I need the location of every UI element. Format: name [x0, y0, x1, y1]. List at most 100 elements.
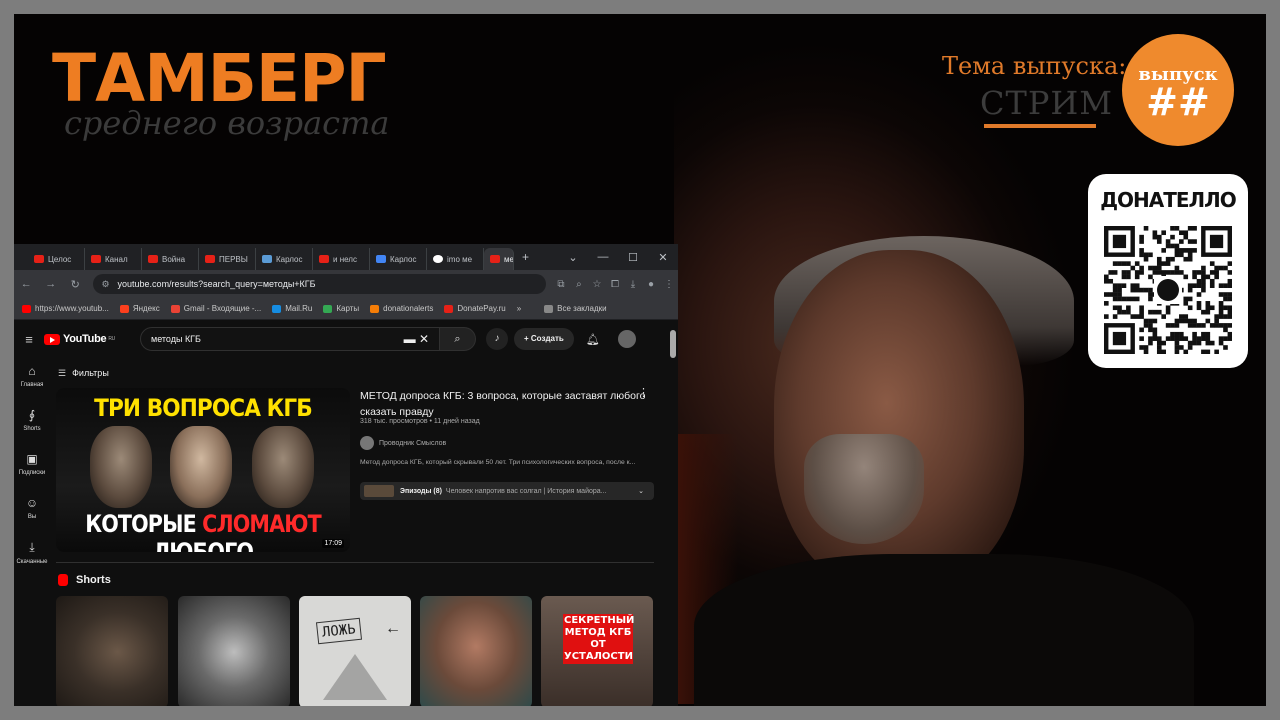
qr-module — [1179, 345, 1184, 350]
bookmark-star-icon[interactable]: ☆ — [588, 279, 606, 290]
qr-module — [1187, 239, 1193, 244]
qr-module — [1143, 318, 1149, 324]
download-icon[interactable]: ⤓ — [624, 279, 642, 290]
install-icon[interactable]: ⧉ — [552, 279, 570, 290]
qr-module — [1152, 234, 1158, 240]
qr-module — [1143, 287, 1149, 293]
menu-hamburger-icon[interactable]: ≡ — [14, 332, 44, 347]
short-card[interactable] — [56, 596, 168, 706]
youtube-logo[interactable]: YouTube RU — [44, 333, 140, 345]
profile-icon[interactable]: ● — [642, 279, 660, 290]
bookmark-item[interactable]: donationalerts — [370, 304, 433, 313]
bookmark-item[interactable]: » — [517, 304, 521, 313]
qr-module — [1223, 265, 1228, 271]
notifications-icon[interactable]: 🔔︎ — [586, 333, 600, 346]
avatar[interactable] — [617, 330, 636, 348]
qr-module — [1121, 274, 1127, 280]
browser-tab[interactable]: ПЕРВЫ — [199, 248, 256, 270]
qr-module — [1148, 336, 1153, 341]
tab-label: Карлос — [390, 254, 417, 264]
qr-module — [1223, 327, 1228, 333]
microphone-icon[interactable]: ♪ — [486, 328, 508, 350]
forward-icon[interactable]: → — [38, 278, 62, 290]
qr-module — [1183, 336, 1189, 341]
qr-module — [1183, 296, 1189, 302]
qr-module — [1134, 283, 1140, 288]
bookmark-item[interactable]: https://www.youtub... — [22, 304, 109, 313]
sidebar-item[interactable]: ▣ Подписки — [14, 452, 50, 496]
qr-module — [1187, 305, 1193, 311]
tab-label: ПЕРВЫ — [219, 254, 248, 264]
sidebar-item-label: Главная — [20, 382, 44, 388]
qr-module — [1192, 270, 1197, 275]
browser-tab[interactable]: ме — [484, 248, 514, 270]
channel-link[interactable]: Проводник Смыслов — [360, 436, 446, 450]
clear-search-icon[interactable]: ▬ ✕ — [404, 332, 429, 346]
back-icon[interactable]: ← — [14, 278, 38, 290]
qr-module — [1112, 287, 1118, 293]
search-input[interactable]: методы КГБ ▬ ✕ — [140, 327, 440, 351]
short-card[interactable]: СЕКРЕТНЫЙ МЕТОД КГБ ОТ УСТАЛОСТИ — [541, 596, 653, 706]
url-field[interactable]: ⚙ youtube.com/results?search_query=метод… — [93, 274, 546, 294]
bookmark-item[interactable]: Карты — [323, 304, 359, 313]
sidebar-item[interactable]: ∮ Shorts — [14, 408, 50, 452]
qr-module — [1214, 265, 1219, 271]
qr-module — [1214, 349, 1219, 354]
scrollbar[interactable] — [670, 330, 676, 358]
qr-module — [1143, 256, 1149, 262]
donation-card: ДОНАТЕЛЛО — [1088, 174, 1248, 368]
qr-module — [1161, 340, 1166, 346]
browser-tab[interactable]: и нелс — [313, 248, 370, 270]
qr-module — [1108, 278, 1114, 284]
minimize-icon[interactable]: — — [588, 251, 618, 263]
video-title[interactable]: МЕТОД допроса КГБ: 3 вопроса, которые за… — [360, 388, 650, 420]
short-card[interactable] — [178, 596, 290, 706]
sidebar-item[interactable]: ⌂ Главная — [14, 364, 50, 408]
qr-module — [1227, 314, 1232, 319]
create-button[interactable]: + Создать — [514, 328, 574, 350]
video-thumbnail[interactable]: ТРИ ВОПРОСА КГБ КОТОРЫЕ СЛОМАЮТ ЛЮБОГО 1… — [56, 388, 350, 552]
tab-bar: Целос Канал Война ПЕРВЫ Карлос и нелс Карлос im… — [14, 244, 678, 270]
browser-tab[interactable]: Карлос — [256, 248, 313, 270]
reload-icon[interactable]: ↻ — [63, 278, 87, 291]
short-card[interactable]: ЛОЖЬ ← — [299, 596, 411, 706]
bookmark-item[interactable]: Все закладки — [544, 304, 607, 313]
maximize-icon[interactable]: ☐ — [618, 251, 648, 264]
browser-tab[interactable]: imo ме — [427, 248, 484, 270]
short-caption: СЕКРЕТНЫЙ МЕТОД КГБ ОТ УСТАЛОСТИ — [563, 614, 635, 664]
qr-module — [1170, 331, 1175, 337]
bookmark-item[interactable]: DonatePay.ru — [444, 304, 506, 313]
extensions-icon[interactable]: ⧠ — [606, 279, 624, 290]
video-more-icon[interactable]: ⋮ — [638, 386, 649, 399]
sidebar-item[interactable]: ⤓ Скачанные — [14, 540, 50, 584]
tab-label: и нелс — [333, 254, 357, 264]
qr-code-icon[interactable] — [1104, 226, 1232, 354]
qr-module — [1165, 323, 1171, 328]
bookmark-item[interactable]: Яндекс — [119, 304, 160, 313]
qr-module — [1139, 305, 1144, 311]
qr-module — [1156, 336, 1162, 341]
qr-module — [1209, 340, 1215, 346]
search-value: методы КГБ — [151, 334, 201, 344]
qr-module — [1117, 305, 1122, 311]
browser-tab[interactable]: Целос — [28, 248, 85, 270]
episodes-dropdown[interactable]: Эпизоды (8) Человек напротив вас солгал … — [360, 482, 654, 500]
short-card[interactable] — [420, 596, 532, 706]
browser-tab[interactable]: Война — [142, 248, 199, 270]
site-settings-icon[interactable]: ⚙ — [101, 279, 109, 290]
bookmark-item[interactable]: Mail.Ru — [272, 304, 312, 313]
close-icon[interactable]: ✕ — [648, 251, 678, 264]
tab-label: imo ме — [447, 254, 473, 264]
search-icon[interactable]: ⌕ — [440, 327, 476, 351]
zoom-icon[interactable]: ⌕ — [570, 279, 588, 290]
tab-search-icon[interactable]: ⌄ — [558, 251, 588, 264]
bookmark-item[interactable]: Gmail - Входящие -... — [170, 304, 261, 313]
new-tab-button[interactable]: + — [522, 250, 529, 264]
qr-module — [1148, 309, 1153, 315]
sidebar-item[interactable]: ☺ Вы — [14, 496, 50, 540]
filters-button[interactable]: ☰ Фильтры — [58, 368, 109, 379]
browser-tab[interactable]: Карлос — [370, 248, 427, 270]
browser-tab[interactable]: Канал — [85, 248, 142, 270]
chevron-down-icon[interactable]: ⌄ — [638, 487, 644, 495]
menu-icon[interactable]: ⋮ — [660, 279, 678, 290]
